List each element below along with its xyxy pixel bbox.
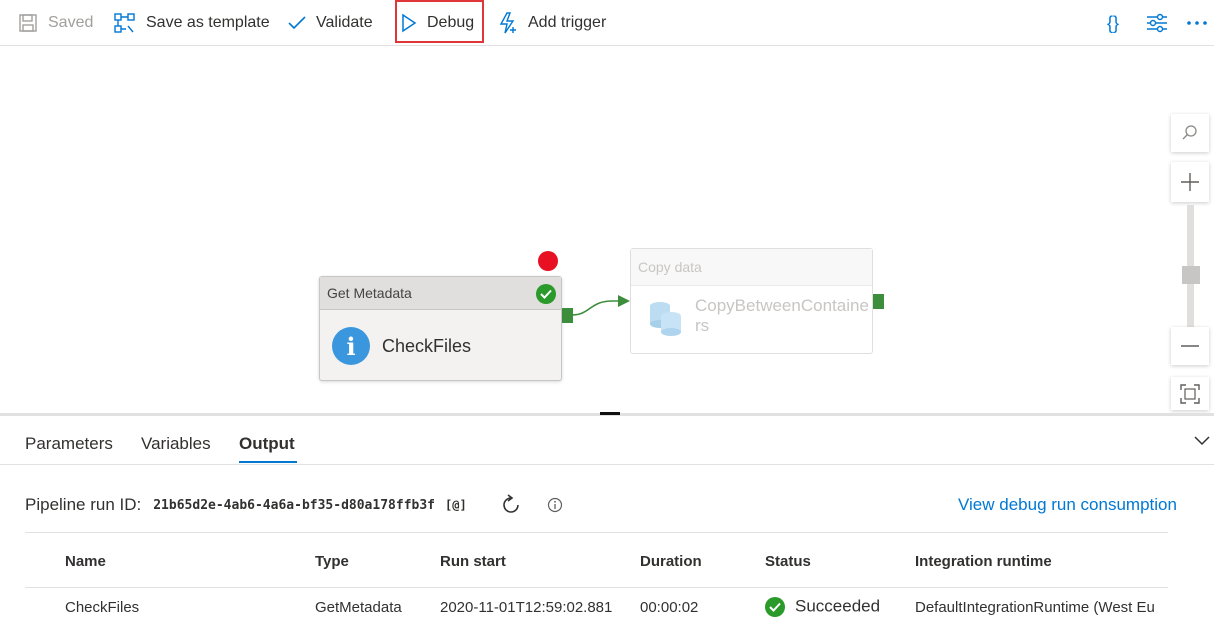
validate-button[interactable]: Validate xyxy=(288,0,373,46)
add-trigger-label: Add trigger xyxy=(528,14,607,31)
run-id-label: Pipeline run ID: xyxy=(25,495,142,514)
debug-button[interactable]: Debug xyxy=(401,0,474,46)
column-header-run-start[interactable]: Run start xyxy=(440,553,506,570)
info-icon[interactable] xyxy=(547,497,563,513)
splitter-handle[interactable] xyxy=(600,412,620,415)
zoom-slider-thumb[interactable] xyxy=(1182,266,1200,284)
get-metadata-activity-header: Get Metadata xyxy=(320,277,561,310)
tab-output[interactable]: Output xyxy=(239,434,295,454)
cell-run-start: 2020-11-01T12:59:02.881 xyxy=(440,599,613,616)
success-check-icon xyxy=(765,596,785,617)
zoom-in-button[interactable] xyxy=(1171,162,1209,202)
pipeline-run-id-row: Pipeline run ID: 21b65d2e-4ab6-4a6a-bf35… xyxy=(25,490,563,520)
properties-button[interactable] xyxy=(1146,0,1168,46)
debug-label: Debug xyxy=(427,14,475,31)
code-view-button[interactable]: {} xyxy=(1107,0,1119,46)
pipeline-canvas[interactable]: Get Metadata i CheckFiles Copy data Copy… xyxy=(0,47,1214,413)
saved-label: Saved xyxy=(48,14,94,31)
column-header-integration-runtime[interactable]: Integration runtime xyxy=(915,553,1052,570)
save-as-template-button[interactable]: Save as template xyxy=(114,0,270,46)
fit-screen-icon xyxy=(1180,383,1200,404)
view-debug-run-consumption-link[interactable]: View debug run consumption xyxy=(958,495,1177,515)
success-check-icon xyxy=(536,284,556,304)
pipeline-toolbar: Saved Save as template Validate Debug Ad… xyxy=(0,0,1214,46)
refresh-icon[interactable] xyxy=(499,493,523,517)
plus-icon xyxy=(1181,173,1199,191)
cell-name[interactable]: CheckFiles xyxy=(65,599,139,616)
checkmark-icon xyxy=(288,16,306,30)
status-text: Succeeded xyxy=(795,596,881,616)
more-options-button[interactable] xyxy=(1186,0,1208,46)
play-icon xyxy=(402,13,417,33)
info-icon: i xyxy=(332,327,370,365)
saved-button[interactable]: Saved xyxy=(18,0,93,46)
column-header-duration[interactable]: Duration xyxy=(640,553,702,570)
get-metadata-activity[interactable]: Get Metadata i CheckFiles xyxy=(319,276,562,381)
active-tab-indicator xyxy=(239,461,297,463)
save-as-template-label: Save as template xyxy=(146,14,270,31)
zoom-out-button[interactable] xyxy=(1171,327,1209,365)
code-braces-icon: {} xyxy=(1107,12,1120,33)
copy-data-icon xyxy=(650,302,681,336)
ellipsis-icon xyxy=(1187,21,1207,25)
tab-variables[interactable]: Variables xyxy=(141,434,211,454)
bottom-panel-tabs: Parameters Variables Output xyxy=(0,416,1214,465)
save-icon xyxy=(19,14,37,32)
copy-activity-name-line2: rs xyxy=(695,316,710,335)
run-id-value: 21b65d2e-4ab6-4a6a-bf35-d80a178ffb3f xyxy=(153,497,435,513)
cell-integration-runtime: DefaultIntegrationRuntime (West Eu xyxy=(915,599,1155,616)
copy-data-activity[interactable]: Copy data CopyBetweenContaine rs xyxy=(630,248,873,354)
minus-icon xyxy=(1181,345,1199,347)
activity-type-label: Get Metadata xyxy=(327,285,412,301)
cell-status: Succeeded xyxy=(765,596,880,617)
dependency-connector xyxy=(572,295,630,316)
cell-type: GetMetadata xyxy=(315,599,402,616)
canvas-search-button[interactable] xyxy=(1171,114,1209,152)
search-icon xyxy=(1182,125,1197,140)
column-header-name[interactable]: Name xyxy=(65,553,106,570)
activity-name-label: CheckFiles xyxy=(382,335,472,356)
fit-to-screen-button[interactable] xyxy=(1171,377,1209,410)
copy-activity-name-line1: CopyBetweenContaine xyxy=(695,296,869,315)
error-indicator-dot xyxy=(538,251,558,271)
tab-parameters[interactable]: Parameters xyxy=(25,434,113,454)
table-header-row: Name Type Run start Duration Status Inte… xyxy=(25,532,1168,588)
template-icon xyxy=(114,13,135,33)
column-header-type[interactable]: Type xyxy=(315,553,349,570)
cell-duration: 00:00:02 xyxy=(640,599,699,616)
activity-type-label: Copy data xyxy=(638,259,702,275)
copy-output-port[interactable] xyxy=(873,294,884,309)
copy-run-id-button[interactable]: [@] xyxy=(445,498,467,512)
lightning-icon xyxy=(499,12,516,34)
chevron-down-icon[interactable] xyxy=(1194,436,1210,446)
validate-label: Validate xyxy=(316,14,373,31)
settings-sliders-icon xyxy=(1147,13,1167,33)
add-trigger-button[interactable]: Add trigger xyxy=(498,0,606,46)
column-header-status[interactable]: Status xyxy=(765,553,811,570)
